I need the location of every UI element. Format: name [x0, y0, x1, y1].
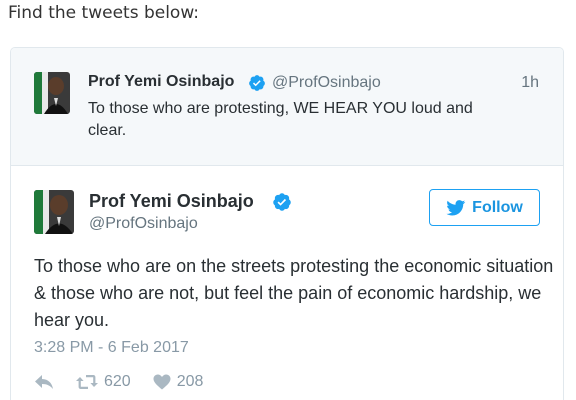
retweet-count: 620	[104, 373, 131, 390]
parent-tweet[interactable]: Prof Yemi Osinbajo @ProfOsinbajo 1h To t…	[11, 48, 563, 166]
verified-badge-icon	[273, 193, 291, 211]
avatar[interactable]	[34, 72, 70, 114]
heart-icon	[153, 374, 171, 390]
tweet-timestamp[interactable]: 3:28 PM - 6 Feb 2017	[34, 339, 189, 357]
author-handle[interactable]: @ProfOsinbajo	[272, 74, 381, 92]
follow-button[interactable]: Follow	[429, 189, 540, 226]
author-name[interactable]: Prof Yemi Osinbajo	[89, 191, 254, 212]
like-button[interactable]: 208	[153, 373, 204, 391]
page: Find the tweets below: Prof Yemi Osinbaj…	[0, 0, 576, 400]
author-name[interactable]: Prof Yemi Osinbajo	[88, 73, 234, 91]
intro-text: Find the tweets below:	[8, 3, 200, 23]
like-count: 208	[176, 373, 204, 390]
author-handle[interactable]: @ProfOsinbajo	[89, 215, 198, 233]
follow-label: Follow	[472, 198, 523, 216]
twitter-bird-icon	[446, 199, 466, 216]
verified-badge-icon	[249, 75, 265, 91]
embedded-tweet-card: Prof Yemi Osinbajo @ProfOsinbajo 1h To t…	[10, 47, 564, 400]
avatar[interactable]	[34, 190, 74, 234]
tweet-text: To those who are protesting, WE HEAR YOU…	[88, 100, 473, 139]
retweet-icon	[76, 375, 98, 389]
tweet-time[interactable]: 1h	[521, 74, 539, 92]
tweet-text: To those who are on the streets protesti…	[34, 256, 554, 330]
reply-button[interactable]	[34, 374, 76, 390]
reply-icon	[35, 375, 53, 389]
retweet-button[interactable]: 620	[76, 373, 131, 391]
tweet-actions: 620 208	[34, 373, 203, 391]
